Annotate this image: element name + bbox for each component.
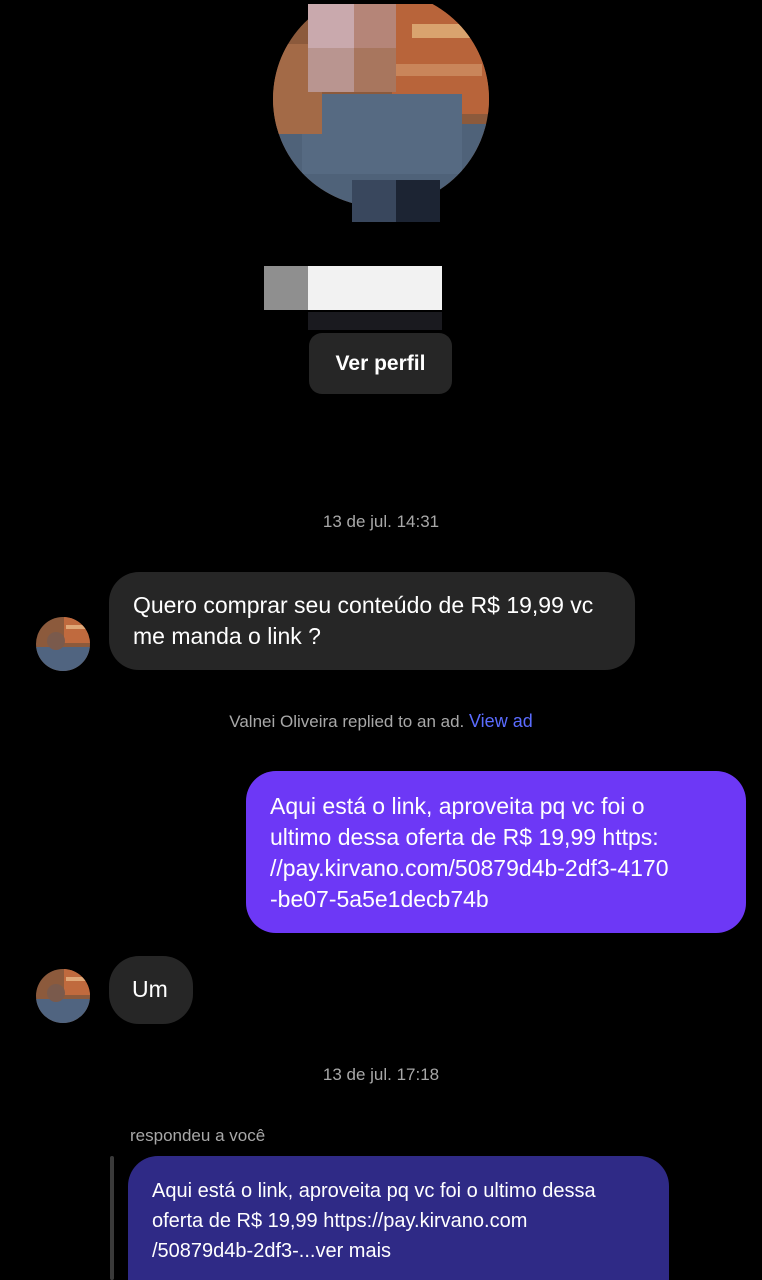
quoted-text-line: Aqui está o link, aproveita pq vc foi o …	[152, 1180, 596, 1202]
quoted-message[interactable]: Aqui está o link, aproveita pq vc foi o …	[128, 1156, 669, 1280]
message-text-line: Aqui está o link, aproveita pq vc foi o	[270, 793, 645, 819]
ad-reply-notice: Valnei Oliveira replied to an ad. View a…	[0, 711, 762, 732]
profile-avatar[interactable]	[272, 4, 490, 224]
message-link-line[interactable]: //pay.kirvano.com/50879d4b-2df3-4170	[270, 853, 722, 884]
avatar[interactable]	[36, 969, 90, 1023]
timestamp: 13 de jul. 14:31	[322, 512, 440, 531]
quoted-text-line: oferta de R$ 19,99 https://pay.kirvano.c…	[152, 1210, 528, 1232]
outgoing-message[interactable]: Aqui está o link, aproveita pq vc foi o …	[246, 771, 746, 933]
view-profile-button[interactable]: Ver perfil	[309, 333, 452, 394]
message-link-line[interactable]: -be07-5a5e1decb74b	[270, 884, 722, 915]
message-text: Um	[132, 976, 168, 1002]
view-ad-link[interactable]: View ad	[469, 711, 533, 731]
profile-name-redacted	[264, 266, 442, 330]
incoming-message[interactable]: Quero comprar seu conteúdo de R$ 19,99 v…	[109, 572, 635, 670]
reply-label: respondeu a você	[130, 1126, 266, 1145]
message-text: Quero comprar seu conteúdo de R$ 19,99 v…	[133, 592, 594, 649]
reply-indicator-bar	[110, 1156, 114, 1280]
avatar[interactable]	[36, 617, 90, 671]
timestamp: 13 de jul. 17:18	[322, 1065, 440, 1084]
incoming-message[interactable]: Um	[109, 956, 193, 1024]
ad-notice-text: Valnei Oliveira replied to an ad.	[229, 712, 465, 731]
quoted-text-line[interactable]: /50879d4b-2df3-...ver mais	[152, 1236, 645, 1266]
message-text-line: ultimo dessa oferta de R$ 19,99 https:	[270, 824, 659, 850]
